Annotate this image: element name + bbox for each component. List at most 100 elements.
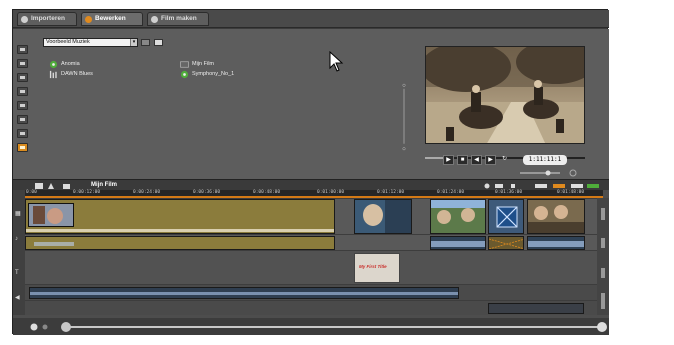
ruler-tick: 0:00 <box>26 190 37 195</box>
timeline-toolbar-right[interactable] <box>483 182 603 190</box>
timeline-scrollbar[interactable] <box>13 318 609 335</box>
title-track[interactable]: My First Title <box>25 250 597 284</box>
tab-import[interactable]: Importeren <box>17 12 77 26</box>
photo-icon <box>20 62 25 65</box>
video-track-icon: ▦ <box>15 211 21 217</box>
zoom-icon <box>535 184 547 188</box>
audio-track-icon: ♪ <box>15 236 18 242</box>
tab-make-movie-label: Film maken <box>161 15 197 22</box>
library-sound-button[interactable] <box>17 129 28 138</box>
video-clip[interactable] <box>430 199 486 234</box>
video-clip[interactable] <box>25 199 335 234</box>
sound-track-icon: ◀ <box>15 295 20 301</box>
timeline-ruler[interactable]: 0:00 0:00:12:00 0:00:24:00 0:00:36:00 0:… <box>25 190 603 198</box>
volume-slider[interactable] <box>518 169 578 177</box>
audio-clip[interactable] <box>25 236 335 250</box>
timeline-project-title: Mijn Film <box>91 182 117 188</box>
library-title-button[interactable] <box>17 101 28 110</box>
library-project-button[interactable] <box>17 73 28 82</box>
tab-import-label: Importeren <box>31 15 65 22</box>
track-volume-controls[interactable] <box>597 198 609 315</box>
title-track-icon: T <box>15 270 19 276</box>
ruler-tick: 0:01:00:00 <box>317 190 345 195</box>
project-icon <box>180 61 189 68</box>
library-video-button[interactable] <box>17 45 28 54</box>
crossfade-icon <box>489 238 523 249</box>
audio-clip[interactable] <box>488 303 584 314</box>
video-track[interactable] <box>25 198 597 234</box>
timecode-display[interactable]: 1:11:11:1 <box>523 155 567 165</box>
library-item-mijn-film[interactable]: Mijn Film <box>180 60 214 69</box>
audio-clip[interactable] <box>527 236 585 250</box>
loop-button[interactable]: ↻ <box>499 155 510 165</box>
montage-icon <box>20 118 25 121</box>
rewind-button[interactable]: ◀ <box>471 155 482 165</box>
zoom-buttons[interactable] <box>29 322 53 332</box>
music-clip[interactable] <box>29 287 459 299</box>
library-photo-button[interactable] <box>17 59 28 68</box>
extra-audio-track[interactable] <box>25 300 597 315</box>
scroll-track[interactable] <box>68 326 600 328</box>
rewind-icon: ◀ <box>474 157 479 163</box>
loop-icon: ↻ <box>501 156 508 162</box>
library-collection-select[interactable]: Voorbeeld Muziek ▾ <box>43 38 138 47</box>
audio-track[interactable] <box>25 234 597 250</box>
video-clip[interactable] <box>527 199 585 234</box>
ruler-tick: 0:01:12:00 <box>377 190 405 195</box>
music-icon <box>20 146 25 149</box>
tab-edit[interactable]: Bewerken <box>81 12 143 26</box>
library-add-button[interactable] <box>141 39 150 46</box>
library-item-anomia[interactable]: Anomia <box>49 60 80 69</box>
scroll-end-button[interactable] <box>597 322 607 332</box>
track-header-column: ▦ ♪ T ◀ <box>13 190 25 315</box>
music-icon <box>180 70 189 79</box>
library-music-button[interactable] <box>17 143 28 152</box>
audio-clip[interactable] <box>430 236 486 250</box>
trash-icon <box>63 184 70 189</box>
forward-button[interactable]: ▶ <box>485 155 496 165</box>
library-sidebar <box>15 37 30 177</box>
library-item-symphony[interactable]: Symphony_No_1 <box>180 70 234 79</box>
stop-button[interactable]: ■ <box>457 155 468 165</box>
library-item-label: Mijn Film <box>192 61 214 67</box>
ruler-tick: 0:01:24:00 <box>437 190 465 195</box>
storyboard-icon <box>35 183 43 189</box>
library-montage-button[interactable] <box>17 115 28 124</box>
import-icon <box>21 16 28 23</box>
title-icon <box>20 104 25 107</box>
edit-icon <box>85 16 92 23</box>
ruler-tick: 0:00:36:00 <box>193 190 221 195</box>
stop-icon: ■ <box>460 157 465 163</box>
library-view-button[interactable] <box>154 39 163 46</box>
ruler-tick: 0:00:12:00 <box>73 190 101 195</box>
info-icon <box>20 90 25 93</box>
preview-frame-image <box>426 47 584 143</box>
library-info-button[interactable] <box>17 87 28 96</box>
audio-icon <box>511 184 515 188</box>
title-clip[interactable]: My First Title <box>354 253 400 283</box>
mouse-pointer-icon <box>329 51 344 72</box>
marker-icon <box>484 183 490 189</box>
library-zoom-slider[interactable] <box>402 50 406 185</box>
tab-edit-label: Bewerken <box>95 15 126 22</box>
music-icon <box>49 60 58 69</box>
timeline-toolbar: Mijn Film <box>13 179 609 190</box>
transition-clip[interactable] <box>488 199 524 234</box>
forward-icon: ▶ <box>488 157 493 163</box>
library-item-dawn-blues[interactable]: DAWN Blues <box>49 70 93 79</box>
title-clip-text: My First Title <box>359 264 387 269</box>
audio-crossfade[interactable] <box>488 236 524 250</box>
app-window: Importeren Bewerken Film maken Voorbeeld… <box>12 9 609 335</box>
video-clip[interactable] <box>354 199 412 234</box>
razor-icon <box>48 183 54 189</box>
main-tabbar: Importeren Bewerken Film maken <box>13 10 609 28</box>
library-panel: Voorbeeld Muziek ▾ Anomia Mijn Film DAWN… <box>13 29 609 179</box>
list-icon <box>571 184 583 188</box>
music-track[interactable] <box>25 284 597 300</box>
tab-make-movie[interactable]: Film maken <box>147 12 209 26</box>
chevron-down-icon: ▾ <box>130 39 137 46</box>
ruler-tick: 0:01:48:00 <box>557 190 585 195</box>
play-button[interactable]: ▶ <box>443 155 454 165</box>
timeline-tools[interactable] <box>35 182 85 190</box>
mixer-icon <box>587 184 599 188</box>
